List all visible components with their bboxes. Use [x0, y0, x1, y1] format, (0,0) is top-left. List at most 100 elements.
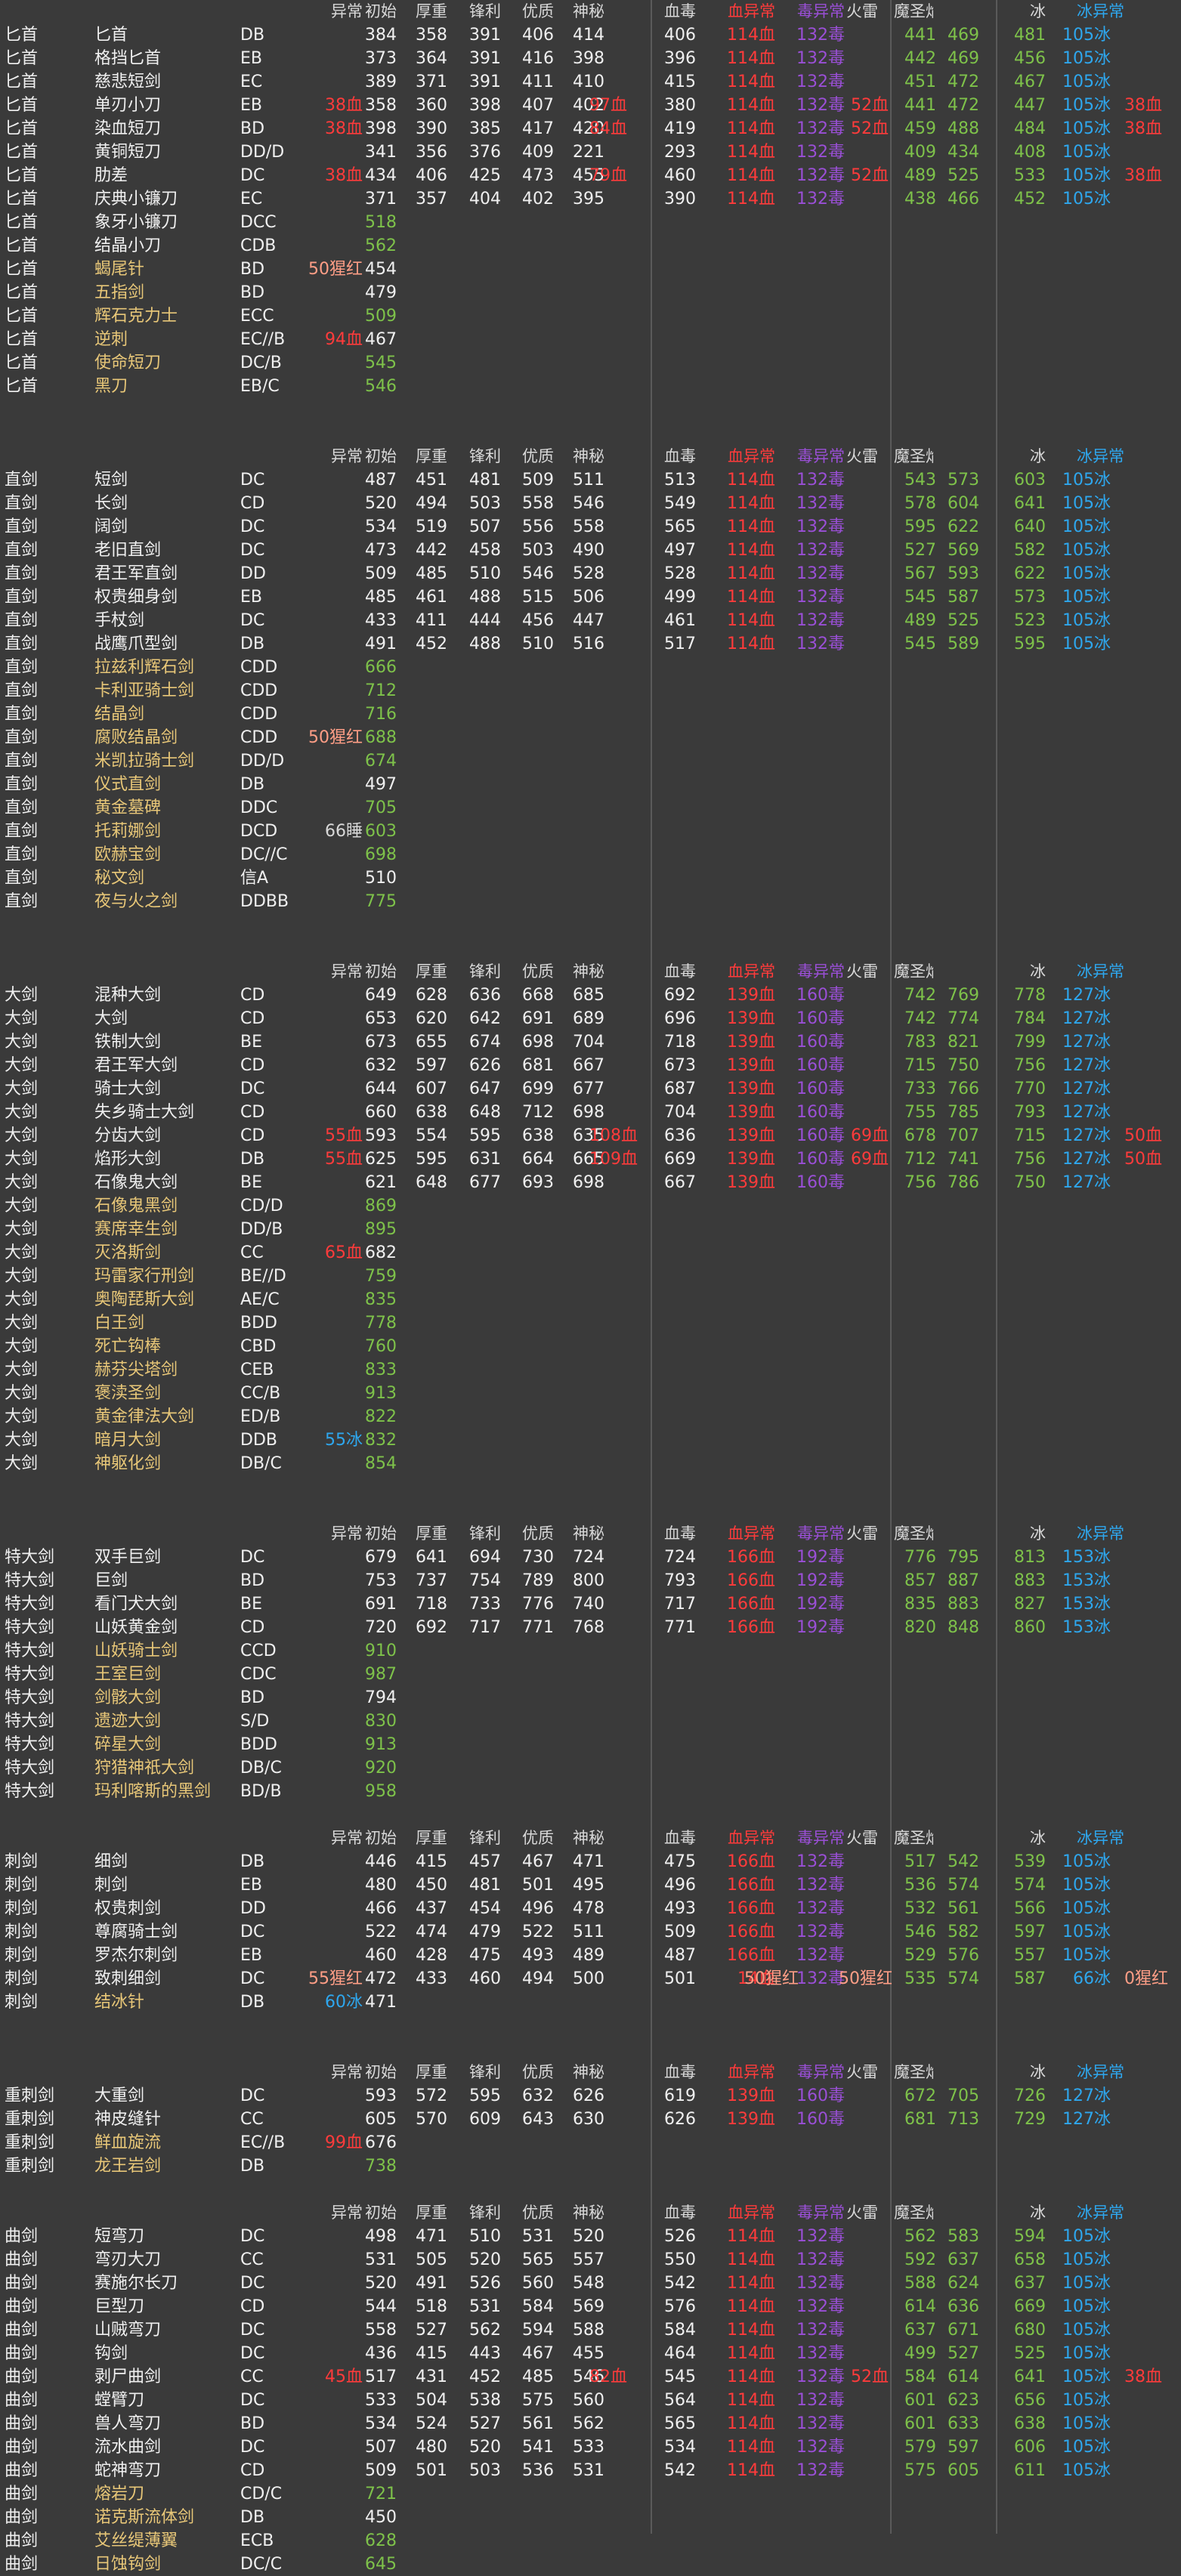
table-row: 曲剑 诺克斯流体剑 DB 450 [0, 2506, 1181, 2529]
ability-value: 55血 [325, 1150, 363, 1169]
scaling-grade: EC//B [240, 330, 286, 349]
keen-attack: 647 [469, 1080, 501, 1098]
header-ability: 异常 [331, 1829, 363, 1847]
cold-attack: 669 [1014, 2297, 1046, 2316]
sacred-attack: 574 [948, 1876, 979, 1895]
heavy-attack: 638 [416, 1103, 447, 1122]
cold-attack: 658 [1014, 2250, 1046, 2269]
weapon-category: 特大剑 [5, 1618, 55, 1637]
mystic-attack: 495 [573, 1876, 604, 1895]
mystic-attack: 500 [573, 1969, 604, 1988]
blood-attack: 619 [664, 2086, 696, 2105]
quality-attack: 503 [522, 541, 554, 560]
weapon-category: 大剑 [5, 1337, 39, 1356]
quality-attack: 664 [522, 1150, 554, 1169]
table-row: 大剑 奥陶琵斯大剑 AE/C 835 [0, 1288, 1181, 1311]
scaling-grade: BD [240, 260, 265, 279]
keen-attack: 677 [469, 1173, 501, 1192]
table-row: 直剑 欧赫宝剑 DC//C 698 [0, 843, 1181, 866]
table-row: 特大剑 遗迹大剑 S/D 830 [0, 1710, 1181, 1733]
quality-attack: 730 [522, 1548, 554, 1567]
fire-attack: 438 [904, 190, 936, 208]
header-heavy: 厚重 [416, 2204, 447, 2222]
mystic-attack: 557 [573, 2250, 604, 2269]
blood-attack: 534 [664, 2438, 696, 2457]
cold-attack: 883 [1014, 1571, 1046, 1590]
poison-status-value: 132毒 [796, 2227, 845, 2246]
cold-attack: 539 [1014, 1852, 1046, 1871]
quality-attack: 668 [522, 986, 554, 1005]
table-row: 匕首 黄铜短刀 DD/D 341 356 376 409 221 293 114血 132毒 409 4… [0, 141, 1181, 164]
weapon-name: 短弯刀 [94, 2227, 145, 2246]
mystic-bonus: 79血 [589, 166, 627, 185]
table-row: 曲剑 蛇神弯刀 CD 509 501 503 536 531 542 114血 132毒 575 605… [0, 2459, 1181, 2482]
keen-attack: 520 [469, 2438, 501, 2457]
cold-attack: 778 [1014, 986, 1046, 1005]
blood-status-value: 114血 [727, 2414, 775, 2433]
heavy-attack: 620 [416, 1009, 447, 1028]
poison-status-value: 132毒 [796, 73, 845, 91]
cold-status-value: 105冰 [1062, 1923, 1111, 1941]
header-quality: 优质 [522, 1524, 554, 1543]
sacred-attack: 786 [948, 1173, 979, 1192]
base-attack: 509 [365, 2461, 397, 2480]
scaling-grade: BD [240, 2414, 265, 2433]
weapon-name: 结晶小刀 [94, 236, 162, 255]
mystic-bonus: 82血 [589, 2368, 627, 2386]
section-header: 异常初始 厚重 锋利 优质 神秘 血毒 血异常 毒异常火雷魔圣焰 冰 冰异常 [0, 2061, 1181, 2084]
table-row: 曲剑 弯刃大刀 CC 531 505 520 565 557 550 114血 132毒 592 637… [0, 2248, 1181, 2272]
heavy-attack: 371 [416, 73, 447, 91]
weapon-category: 直剑 [5, 588, 39, 607]
weapon-category: 匕首 [5, 26, 39, 45]
table-row: 匕首 格挡匕首 EB 373 364 391 416 398 396 114血 132毒 442 469… [0, 47, 1181, 70]
cold-attack: 597 [1014, 1923, 1046, 1941]
mystic-attack: 626 [573, 2086, 604, 2105]
weapon-category: 特大剑 [5, 1735, 55, 1754]
table-row: 直剑 秘文剑 信A 510 [0, 866, 1181, 890]
scaling-grade: DC [240, 471, 265, 490]
header-poison-status: 毒异常 [797, 1829, 845, 1847]
table-row: 特大剑 玛利喀斯的黑剑 BD/B 958 [0, 1780, 1181, 1803]
keen-attack: 510 [469, 564, 501, 583]
weapon-category: 特大剑 [5, 1548, 55, 1567]
header-keen: 锋利 [469, 447, 501, 465]
weapon-name: 王室巨剑 [94, 1665, 162, 1684]
sacred-attack: 583 [948, 2227, 979, 2246]
header-poison-status: 毒异常 [797, 2204, 845, 2222]
header-fire: 火雷 [846, 1829, 878, 1847]
cold-attack: 827 [1014, 1595, 1046, 1614]
table-row: 特大剑 巨剑 BD 753 737 754 789 800 793 166血 192毒 857 887 8… [0, 1569, 1181, 1592]
base-attack: 446 [365, 1852, 397, 1871]
poison-status-value: 132毒 [796, 2391, 845, 2410]
header-fire: 火雷 [846, 447, 878, 465]
table-row: 特大剑 狩猎神祇大剑 DB/C 920 [0, 1756, 1181, 1780]
poison-status-value: 132毒 [796, 1899, 845, 1918]
fire-attack: 451 [904, 73, 936, 91]
header-sacred: 魔圣焰 [894, 962, 933, 981]
sacred-attack: 589 [948, 635, 979, 653]
cold-status-value: 127冰 [1062, 1033, 1111, 1052]
cold-status-value: 127冰 [1062, 1009, 1111, 1028]
mystic-attack: 221 [573, 143, 604, 162]
table-row: 匕首 五指剑 BD 479 [0, 281, 1181, 304]
blood-attack: 717 [664, 1595, 696, 1614]
header-keen: 锋利 [469, 1524, 501, 1543]
weapon-category: 大剑 [5, 1080, 39, 1098]
scaling-grade: ED/B [240, 1407, 281, 1426]
cold-status-value: 105冰 [1062, 1946, 1111, 1965]
blood-status-value: 114血 [727, 119, 775, 138]
scaling-grade: DB/C [240, 1454, 282, 1473]
heavy-attack: 505 [416, 2250, 447, 2269]
fire-attack: 545 [904, 635, 936, 653]
weapon-name: 蝎尾针 [94, 260, 145, 279]
sacred-attack: 561 [948, 1899, 979, 1918]
cold-attack: 594 [1014, 2227, 1046, 2246]
weapon-category: 匕首 [5, 96, 39, 115]
weapon-name: 大重剑 [94, 2086, 145, 2105]
weapon-name: 剑骸大剑 [94, 1688, 162, 1707]
sacred-attack: 707 [948, 1126, 979, 1145]
header-blood: 血毒 [664, 447, 696, 465]
poison-status-value: 132毒 [796, 2250, 845, 2269]
cold-status-value: 105冰 [1062, 2438, 1111, 2457]
header-mystic: 神秘 [573, 1829, 604, 1847]
